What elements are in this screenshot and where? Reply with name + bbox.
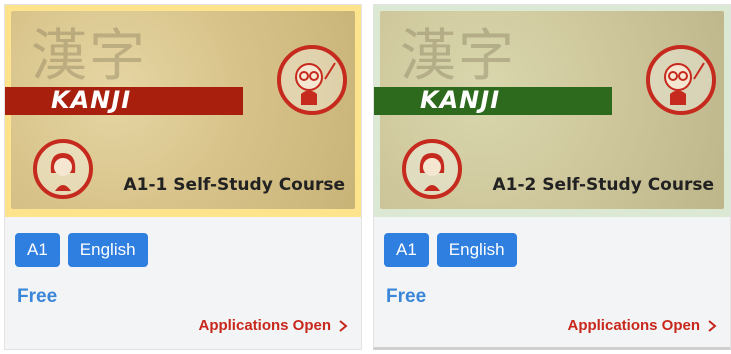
course-card[interactable]: 漢字 KANJI A1-1 Self-Study Course A1 Engli… [4, 4, 362, 350]
applications-open-link[interactable]: Applications Open [567, 317, 718, 334]
price-label: Free [386, 286, 427, 307]
chevron-right-icon [708, 319, 717, 332]
course-title: A1-2 Self-Study Course [492, 175, 714, 195]
banner-word: KANJI [420, 86, 501, 114]
chevron-right-icon [339, 319, 348, 332]
price-label: Free [17, 286, 58, 307]
applications-open-link[interactable]: Applications Open [198, 317, 349, 334]
course-banner[interactable]: 漢字 KANJI A1-2 Self-Study Course [374, 5, 730, 217]
teacher-seal-icon [646, 45, 716, 115]
status-label: Applications Open [567, 317, 700, 334]
language-tag[interactable]: English [436, 233, 517, 267]
tag-list: A1 English [15, 233, 148, 267]
course-banner[interactable]: 漢字 KANJI A1-1 Self-Study Course [5, 5, 361, 217]
teacher-seal-icon [277, 45, 347, 115]
student-seal-icon [402, 139, 462, 199]
student-seal-icon [33, 139, 93, 199]
level-tag[interactable]: A1 [15, 233, 60, 267]
language-tag[interactable]: English [67, 233, 148, 267]
banner-kanji: 漢字 [31, 24, 147, 89]
level-tag[interactable]: A1 [384, 233, 429, 267]
course-card[interactable]: 漢字 KANJI A1-2 Self-Study Course A1 Engli… [373, 4, 731, 350]
banner-kanji: 漢字 [400, 24, 516, 89]
tag-list: A1 English [384, 233, 517, 267]
banner-word: KANJI [51, 86, 132, 114]
course-title: A1-1 Self-Study Course [123, 175, 345, 195]
status-label: Applications Open [198, 317, 331, 334]
